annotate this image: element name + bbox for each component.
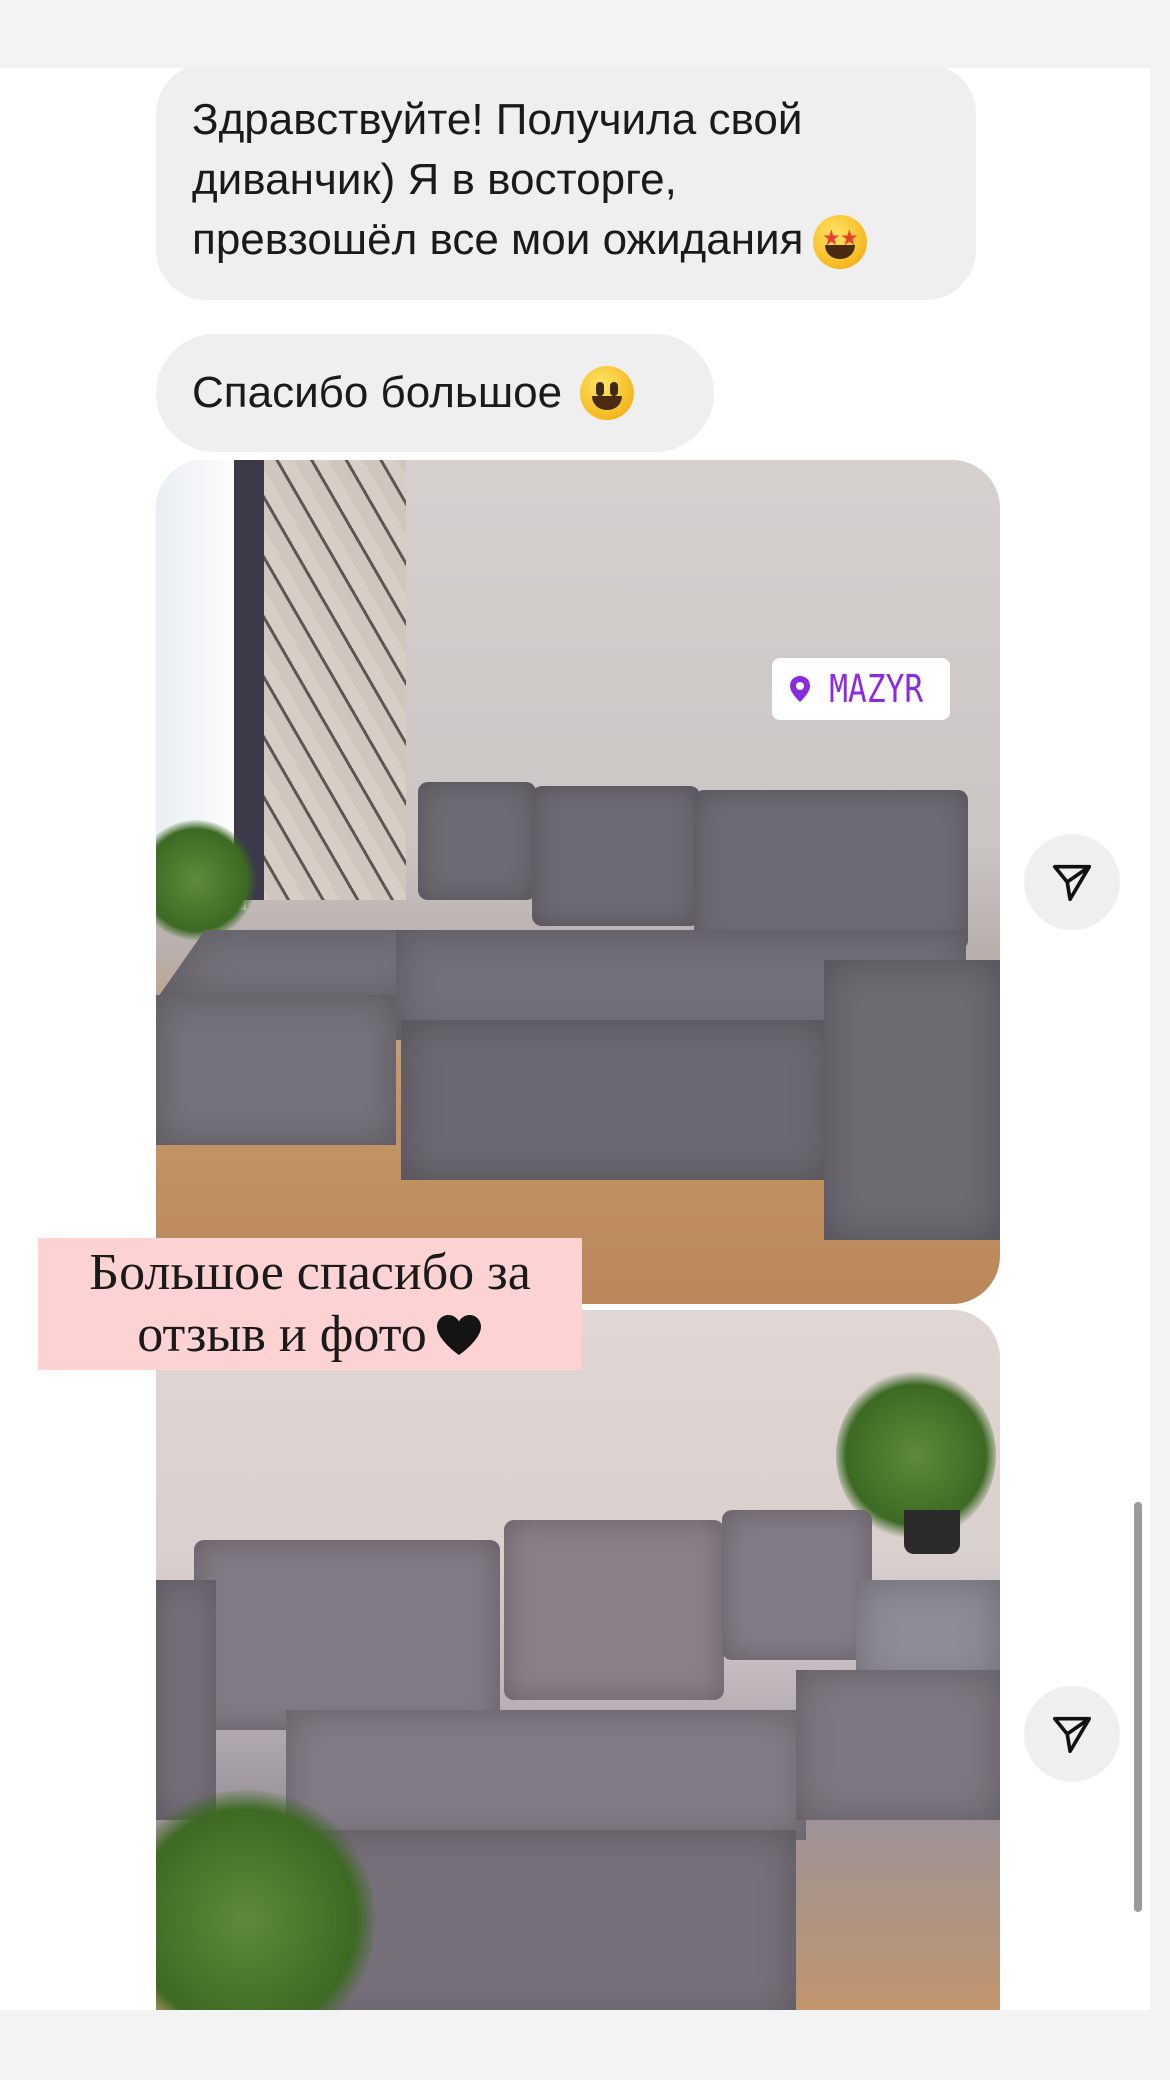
location-sticker[interactable]: MAZYR (772, 658, 950, 720)
sofa-photo-1[interactable]: MAZYR (156, 460, 1000, 1304)
star-struck-emoji-icon (813, 215, 868, 270)
plant-pot (904, 1510, 960, 1554)
drape (234, 460, 264, 900)
sofa-seat (796, 1670, 1000, 1820)
message-line: Здравствуйте! Получила свой (192, 95, 803, 144)
chat-thread[interactable]: Здравствуйте! Получила свой диванчик) Я … (0, 68, 1150, 2010)
caption-line: отзыв и фото (137, 1304, 483, 1366)
scrollbar[interactable] (1134, 1502, 1142, 1912)
black-heart-icon (436, 1315, 481, 1355)
sofa-arm (156, 1580, 216, 1820)
share-button[interactable] (1024, 834, 1120, 930)
sofa-seat (286, 1710, 806, 1840)
sofa-photo-2[interactable] (156, 1310, 1000, 2010)
paper-plane-icon (1052, 1716, 1092, 1754)
sofa-cushion (532, 786, 700, 926)
sofa-cushion (722, 1510, 872, 1660)
message-line: диванчик) Я в восторге, (192, 155, 677, 204)
paper-plane-icon (1052, 864, 1092, 902)
sofa-cushion (418, 782, 536, 900)
sofa-cushion (194, 1540, 500, 1730)
message-text: Спасибо большое (192, 368, 563, 417)
sofa-arm (824, 960, 1000, 1240)
story-caption: Большое спасибо за отзыв и фото (38, 1238, 582, 1370)
sofa-cushion (504, 1520, 724, 1700)
share-button[interactable] (1024, 1686, 1120, 1782)
message-bubble[interactable]: Спасибо большое (156, 334, 714, 452)
grinning-face-emoji-icon (580, 366, 635, 420)
message-line: превзошёл все мои ожидания (192, 210, 940, 270)
location-text: MAZYR (829, 667, 923, 711)
caption-line: Большое спасибо за (89, 1244, 531, 1301)
sofa-cushion (694, 790, 968, 950)
location-pin-icon (789, 676, 810, 702)
message-bubble[interactable]: Здравствуйте! Получила свой диванчик) Я … (156, 68, 976, 300)
sofa-base (401, 1020, 831, 1180)
sofa-chaise (156, 995, 396, 1145)
